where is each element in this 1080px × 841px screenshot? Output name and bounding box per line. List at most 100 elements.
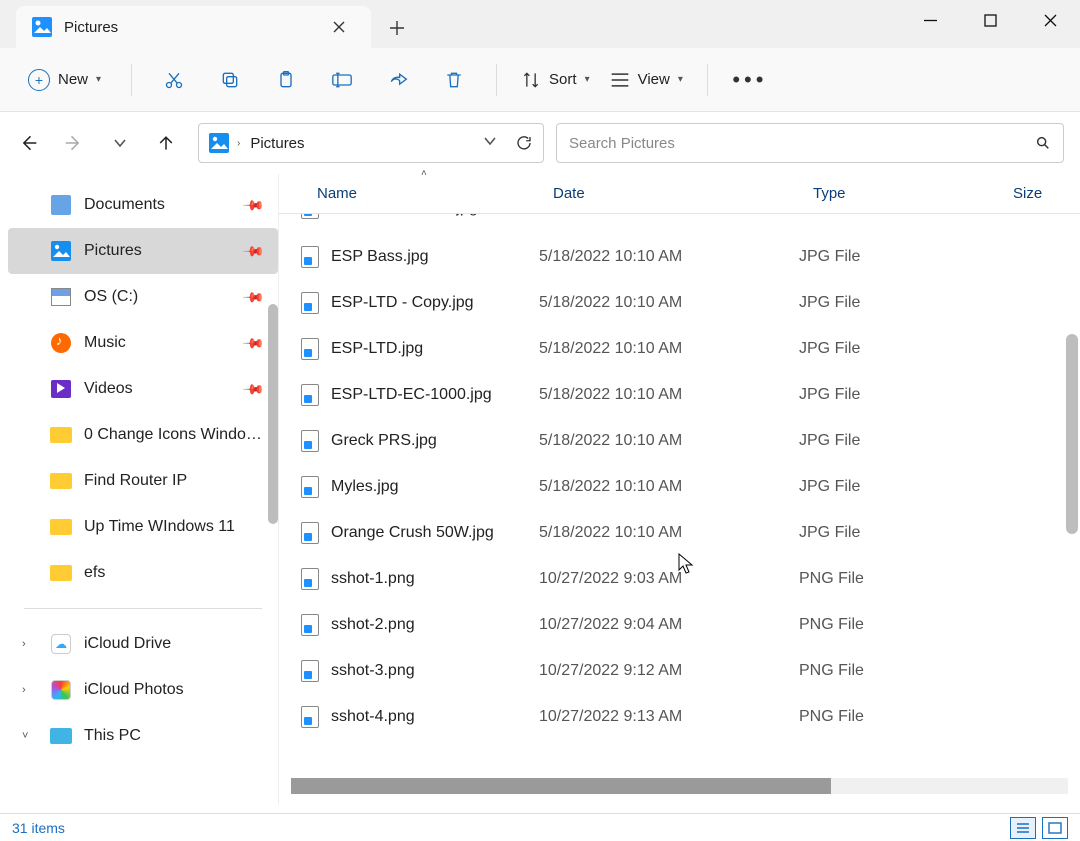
sidebar-item[interactable]: Find Router IP [8, 458, 278, 504]
file-row[interactable]: sshot-3.png10/27/2022 9:12 AMPNG File [279, 648, 1080, 694]
file-date: 5/18/2022 10:10 AM [539, 294, 799, 312]
file-date: 5/18/2022 10:10 AM [539, 432, 799, 450]
new-button[interactable]: + New ▾ [16, 63, 113, 97]
address-bar[interactable]: › Pictures [198, 123, 544, 163]
file-icon [301, 660, 319, 682]
file-row[interactable]: sshot-1.png 10/27/2022 9:03 AMPNG File [279, 556, 1080, 602]
address-dropdown-button[interactable] [483, 134, 497, 152]
sidebar-item[interactable]: Pictures📌 [8, 228, 278, 274]
music-icon [50, 332, 72, 354]
column-name[interactable]: Name [279, 185, 539, 202]
recent-locations-button[interactable] [108, 131, 132, 155]
paste-button[interactable] [262, 60, 310, 100]
file-date: 5/18/2022 10:10 AM [539, 386, 799, 404]
column-size[interactable]: Size [999, 185, 1080, 202]
tab-close-button[interactable] [323, 11, 355, 43]
back-button[interactable] [16, 131, 40, 155]
file-row[interactable]: ESP Bass.jpg5/18/2022 10:10 AMJPG File [279, 234, 1080, 280]
sort-indicator-icon: ˄ [421, 168, 427, 179]
sidebar-item[interactable]: Videos 📌 [8, 366, 278, 412]
file-date: 5/18/2022 10:10 AM [539, 248, 799, 266]
pin-icon: 📌 [241, 377, 265, 401]
cut-button[interactable] [150, 60, 198, 100]
file-date: 5/18/2022 10:10 AM [539, 478, 799, 496]
file-type: PNG File [799, 570, 999, 588]
column-date[interactable]: Date [539, 185, 799, 202]
file-name: Myles.jpg [331, 478, 399, 496]
new-tab-button[interactable] [375, 8, 419, 48]
sidebar-item-label: 0 Change Icons Windows [84, 426, 262, 444]
sidebar: Documents📌Pictures📌OS (C:)📌Music📌 Videos 📌… [0, 174, 278, 804]
chevron-right-icon: › [22, 684, 26, 696]
file-row[interactable]: ESP-LTD - Copy.jpg5/18/2022 10:10 AMJPG … [279, 280, 1080, 326]
tab-pictures[interactable]: Pictures [16, 6, 371, 48]
details-view-toggle[interactable] [1010, 817, 1036, 839]
maximize-button[interactable] [960, 0, 1020, 40]
sidebar-item[interactable]: Documents📌 [8, 182, 278, 228]
file-type: JPG File [799, 294, 999, 312]
share-button[interactable] [374, 60, 422, 100]
view-button[interactable]: View ▾ [604, 71, 689, 88]
close-window-button[interactable] [1020, 0, 1080, 40]
file-date: 10/27/2022 9:04 AM [539, 616, 799, 634]
file-icon [301, 568, 319, 590]
search-input[interactable]: Search Pictures [556, 123, 1064, 163]
breadcrumb-item[interactable]: Pictures [250, 135, 304, 152]
file-type: JPG File [799, 524, 999, 542]
sidebar-item[interactable]: Up Time WIndows 11 [8, 504, 278, 550]
sidebar-item[interactable]: ›☁iCloud Drive [8, 621, 278, 667]
pin-icon: 📌 [241, 239, 265, 263]
pictures-icon [32, 17, 52, 37]
sidebar-item[interactable]: OS (C:)📌 [8, 274, 278, 320]
pictures-icon [209, 133, 229, 153]
file-name: Greck PRS.jpg [331, 432, 437, 450]
file-row[interactable]: Orange Crush 50W.jpg5/18/2022 10:10 AMJP… [279, 510, 1080, 556]
up-button[interactable] [154, 131, 178, 155]
sidebar-item-label: Videos [84, 380, 133, 398]
chevron-right-icon: › [237, 138, 240, 149]
file-type: JPG File [799, 386, 999, 404]
file-date: 5/18/2022 10:10 AM [539, 214, 799, 217]
file-name: ESP Bass.jpg [331, 248, 429, 266]
file-date: 10/27/2022 9:03 AM [539, 570, 799, 588]
sidebar-item[interactable]: 0 Change Icons Windows [8, 412, 278, 458]
folder-icon [50, 470, 72, 492]
delete-button[interactable] [430, 60, 478, 100]
titlebar: Pictures [0, 0, 1080, 48]
sidebar-item[interactable]: efs [8, 550, 278, 596]
rename-button[interactable] [318, 60, 366, 100]
view-label: View [638, 71, 670, 88]
file-row[interactable]: ESP-LTD-EC-1000.jpg5/18/2022 10:10 AMJPG… [279, 372, 1080, 418]
vertical-scrollbar[interactable] [1066, 334, 1078, 534]
column-type[interactable]: Type [799, 185, 999, 202]
file-name: sshot-3.png [331, 662, 415, 680]
sidebar-item[interactable]: ˅This PC [8, 713, 278, 759]
separator [131, 64, 132, 96]
os-icon [50, 286, 72, 308]
file-icon [301, 706, 319, 728]
file-row[interactable]: sshot-2.png10/27/2022 9:04 AMPNG File [279, 602, 1080, 648]
horizontal-scrollbar[interactable] [291, 778, 1068, 794]
videos-icon [50, 378, 72, 400]
photos-icon [50, 679, 72, 701]
file-row[interactable]: Greck PRS.jpg5/18/2022 10:10 AMJPG File [279, 418, 1080, 464]
file-row[interactable]: ESP-LTD.jpg5/18/2022 10:10 AMJPG File [279, 326, 1080, 372]
chevron-down-icon: ▾ [678, 74, 683, 85]
copy-button[interactable] [206, 60, 254, 100]
documents-icon [50, 194, 72, 216]
thumbnails-view-toggle[interactable] [1042, 817, 1068, 839]
minimize-button[interactable] [900, 0, 960, 40]
refresh-button[interactable] [515, 134, 533, 152]
tab-title: Pictures [64, 19, 311, 36]
file-row[interactable]: sshot-4.png10/27/2022 9:13 AMPNG File [279, 694, 1080, 740]
sidebar-item[interactable]: Music📌 [8, 320, 278, 366]
chevron-down-icon: ▾ [585, 74, 590, 85]
file-row[interactable]: Collection Grows.jpg5/18/2022 10:10 AMJP… [279, 214, 1080, 234]
file-name: sshot-1.png [331, 570, 415, 588]
sort-button[interactable]: Sort ▾ [515, 70, 596, 90]
forward-button[interactable] [62, 131, 86, 155]
file-row[interactable]: Myles.jpg5/18/2022 10:10 AMJPG File [279, 464, 1080, 510]
file-icon [301, 292, 319, 314]
more-button[interactable]: ••• [726, 67, 774, 93]
sidebar-item[interactable]: ›iCloud Photos [8, 667, 278, 713]
